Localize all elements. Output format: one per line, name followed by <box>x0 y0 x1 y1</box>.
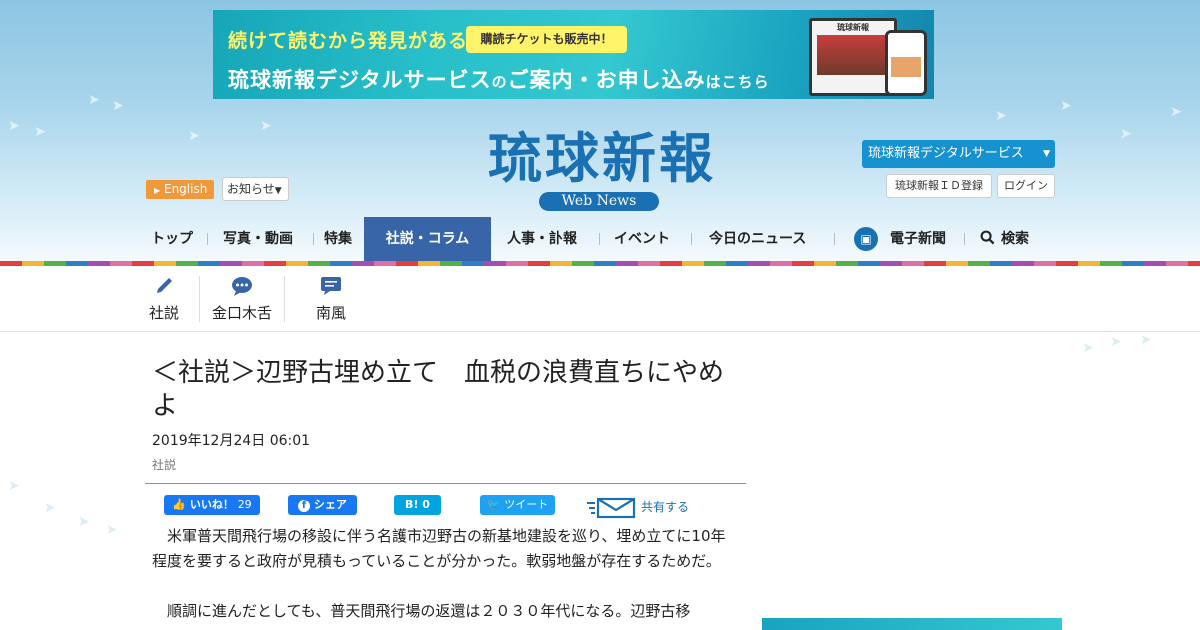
banner-subline: 琉球新報デジタルサービスのご案内・お申し込みはこちら <box>228 64 770 94</box>
fish-decoration: ➤ <box>8 478 20 494</box>
subnav-haebaru-label: 南風 <box>315 304 346 322</box>
article-title: ＜社説＞辺野古埋め立て 血税の浪費直ちにやめよ <box>152 358 725 421</box>
nav-item-feature[interactable]: 特集 <box>324 217 352 261</box>
pen-icon <box>157 278 172 293</box>
thumbs-up-icon: 👍 <box>172 498 186 511</box>
login-button[interactable]: ログイン <box>997 174 1055 198</box>
article-category[interactable]: 社説 <box>152 456 176 473</box>
subnav-kinkuchi-label: 金口木舌 <box>211 304 272 322</box>
hatena-label: B! <box>405 498 419 511</box>
twitter-bird-icon: 🐦 <box>486 498 501 511</box>
fish-decoration: ➤ <box>112 98 124 114</box>
nav-digital-newspaper-label: 電子新聞 <box>890 231 946 247</box>
logo-web-news: Web News <box>539 192 659 211</box>
article-paragraph: 順調に進んだとしても、普天間飛行場の返還は２０３０年代になる。辺野古移 <box>167 602 691 620</box>
subnav-separator <box>199 276 200 322</box>
fish-decoration: ➤ <box>188 128 200 144</box>
banner-subline-c: はこちら <box>705 73 770 91</box>
nav-search-label: 検索 <box>1001 231 1029 247</box>
article-divider <box>145 483 746 484</box>
chevron-down-icon: ▼ <box>1043 149 1050 159</box>
fb-share-label: シェア <box>313 498 347 511</box>
sub-nav: 社説 金口木舌 南風 <box>0 266 1200 332</box>
sidebar-ad[interactable] <box>762 618 1062 630</box>
tweet-label: ツイート <box>504 498 549 511</box>
phone-illustration <box>885 30 927 96</box>
nav-separator <box>691 233 692 245</box>
fb-like-label: いいね！ <box>189 498 234 511</box>
nav-separator <box>207 233 208 245</box>
subnav-item-kinkuchi-bokuzetsu[interactable]: 金口木舌 <box>208 276 276 326</box>
notice-dropdown[interactable]: お知らせ▼ <box>222 177 289 201</box>
nav-item-search[interactable]: 検索 <box>980 217 1029 261</box>
banner-subline-b: ご案内・お申し込み <box>507 68 706 92</box>
devices-icon: ▣ <box>854 227 878 251</box>
nav-separator <box>834 233 835 245</box>
phone-screen <box>891 57 921 77</box>
fish-decoration: ➤ <box>78 514 90 530</box>
fish-decoration: ➤ <box>1060 98 1072 114</box>
fish-decoration: ➤ <box>1110 334 1122 350</box>
fish-decoration: ➤ <box>34 124 46 140</box>
fish-decoration: ➤ <box>260 118 272 134</box>
mail-share-button[interactable]: 共有する <box>587 494 689 518</box>
banner-subline-a: 琉球新報デジタルサービス <box>228 68 492 92</box>
nav-item-digital-newspaper[interactable]: ▣ 電子新聞 <box>854 217 946 261</box>
fish-decoration: ➤ <box>1170 104 1182 120</box>
search-icon <box>980 230 995 245</box>
fish-decoration: ➤ <box>8 118 20 134</box>
caret-right-icon: ▶ <box>154 186 161 195</box>
chat-lines-icon <box>321 277 341 295</box>
envelope-icon <box>587 497 636 518</box>
subnav-item-editorial[interactable]: 社説 <box>145 276 183 326</box>
digital-service-banner[interactable]: 続けて読むから発見がある 購読チケットも販売中！ 琉球新報デジタルサービスのご案… <box>213 10 934 99</box>
mail-share-label: 共有する <box>641 500 690 514</box>
facebook-icon: f <box>298 500 311 512</box>
id-register-button[interactable]: 琉球新報ＩＤ登録 <box>886 174 992 198</box>
nav-item-top[interactable]: トップ <box>151 217 193 261</box>
article-paragraph: 米軍普天間飛行場の移設に伴う名護市辺野古の新基地建設を巡り、埋め立てに10年程度… <box>152 527 726 570</box>
nav-separator <box>599 233 600 245</box>
nav-item-photo-video[interactable]: 写真・動画 <box>223 217 293 261</box>
article-body: 米軍普天間飛行場の移設に伴う名護市辺野古の新基地建設を巡り、埋め立てに10年程度… <box>152 524 737 630</box>
nav-item-event[interactable]: イベント <box>614 217 670 261</box>
nav-separator <box>313 233 314 245</box>
notice-label: お知らせ <box>227 182 275 196</box>
nav-item-personnel-obituary[interactable]: 人事・訃報 <box>507 217 577 261</box>
fish-decoration: ➤ <box>995 108 1007 124</box>
speech-bubble-icon <box>232 277 252 296</box>
chevron-down-icon: ▼ <box>274 186 282 196</box>
subnav-item-haebaru[interactable]: 南風 <box>313 276 349 326</box>
digital-service-label: 琉球新報デジタルサービス <box>868 146 1024 161</box>
english-button[interactable]: ▶ English <box>146 180 214 199</box>
subnav-separator <box>284 276 285 322</box>
monitor-title: 琉球新報 <box>837 23 869 32</box>
fb-like-count: 29 <box>237 498 252 511</box>
fish-decoration: ➤ <box>88 92 100 108</box>
digital-service-dropdown[interactable]: 琉球新報デジタルサービス ▼ <box>862 140 1055 168</box>
tweet-button[interactable]: 🐦 ツイート <box>480 495 555 515</box>
hatena-count: 0 <box>422 498 430 511</box>
banner-headline: 続けて読むから発見がある <box>228 30 469 52</box>
english-label: English <box>163 182 208 196</box>
nav-separator <box>964 233 965 245</box>
facebook-like-button[interactable]: 👍 いいね！ 29 <box>164 495 260 515</box>
site-logo[interactable]: 琉球新報 <box>452 126 752 190</box>
monitor-screen <box>817 35 889 75</box>
nav-item-todays-news[interactable]: 今日のニュース <box>709 217 806 261</box>
fish-decoration: ➤ <box>106 522 118 538</box>
fish-decoration: ➤ <box>1120 126 1132 142</box>
banner-ticket-pill: 購読チケットも販売中！ <box>466 26 627 53</box>
nav-item-editorial-column[interactable]: 社説・コラム <box>364 217 491 261</box>
fish-decoration: ➤ <box>44 500 56 516</box>
fish-decoration: ➤ <box>1140 332 1152 348</box>
subnav-editorial-label: 社説 <box>148 304 179 322</box>
monitor-illustration: 琉球新報 <box>809 18 897 96</box>
banner-subline-b-small: の <box>491 73 508 91</box>
article-date: 2019年12月24日 06:01 <box>152 433 311 449</box>
facebook-share-button[interactable]: f シェア <box>288 495 357 515</box>
hatena-bookmark-button[interactable]: B! 0 <box>394 495 441 515</box>
fish-decoration: ➤ <box>1082 340 1094 356</box>
